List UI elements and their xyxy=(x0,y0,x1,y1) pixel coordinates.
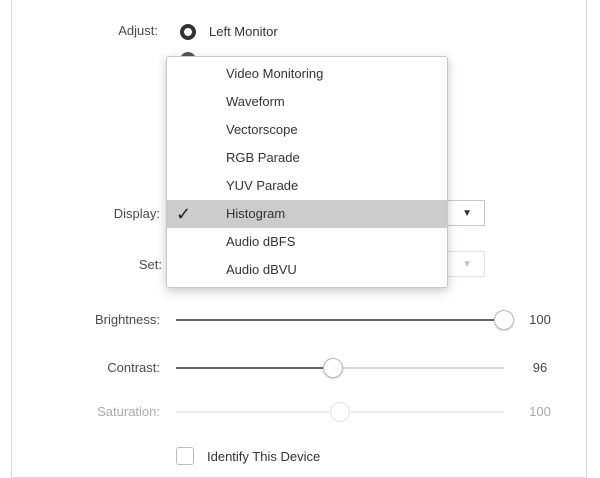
contrast-label: Contrast: xyxy=(107,360,160,375)
adjust-label: Adjust: xyxy=(118,23,158,38)
brightness-label: Brightness: xyxy=(94,312,160,327)
dropdown-item-label: Waveform xyxy=(226,94,285,109)
dropdown-item-video-monitoring[interactable]: Video Monitoring xyxy=(167,60,447,88)
brightness-slider[interactable] xyxy=(176,310,514,330)
dropdown-item-rgb-parade[interactable]: RGB Parade xyxy=(167,144,447,172)
dropdown-item-label: Audio dBVU xyxy=(226,262,297,277)
dropdown-item-label: Vectorscope xyxy=(226,122,298,137)
contrast-slider[interactable] xyxy=(176,358,504,378)
dropdown-item-label: YUV Parade xyxy=(226,178,299,193)
saturation-slider[interactable] xyxy=(176,402,504,422)
dropdown-item-label: Audio dBFS xyxy=(226,234,296,249)
brightness-value: 100 xyxy=(529,312,551,327)
dropdown-item-yuv-parade[interactable]: YUV Parade xyxy=(167,172,447,200)
left-monitor-label: Left Monitor xyxy=(209,24,278,39)
saturation-label: Saturation: xyxy=(97,404,160,419)
dropdown-item-audio-dbfs[interactable]: Audio dBFS xyxy=(167,228,447,256)
dropdown-item-histogram[interactable]: ✓ Histogram xyxy=(167,200,447,228)
dropdown-item-waveform[interactable]: Waveform xyxy=(167,88,447,116)
dropdown-item-label: RGB Parade xyxy=(226,150,300,165)
contrast-slider-fill xyxy=(176,367,334,369)
dropdown-item-label: Histogram xyxy=(226,206,286,221)
display-dropdown-menu: Video Monitoring Waveform Vectorscope RG… xyxy=(166,56,448,288)
display-label: Display: xyxy=(113,206,160,221)
contrast-value: 96 xyxy=(532,360,548,375)
saturation-slider-thumb[interactable] xyxy=(330,402,350,422)
identify-device-label: Identify This Device xyxy=(207,449,321,464)
check-icon: ✓ xyxy=(176,204,192,224)
saturation-value: 100 xyxy=(529,404,551,419)
left-monitor-radio[interactable] xyxy=(180,24,196,40)
identify-device-checkbox[interactable] xyxy=(176,447,194,465)
dropdown-item-label: Video Monitoring xyxy=(226,66,324,81)
brightness-slider-thumb[interactable] xyxy=(494,310,514,330)
chevron-down-icon: ▼ xyxy=(462,208,472,219)
dropdown-item-vectorscope[interactable]: Vectorscope xyxy=(167,116,447,144)
set-label: Set: xyxy=(138,257,162,272)
saturation-slider-fill xyxy=(176,411,340,413)
brightness-slider-fill xyxy=(176,319,504,321)
chevron-down-icon: ▼ xyxy=(462,259,472,270)
dropdown-item-audio-dbvu[interactable]: Audio dBVU xyxy=(167,256,447,284)
